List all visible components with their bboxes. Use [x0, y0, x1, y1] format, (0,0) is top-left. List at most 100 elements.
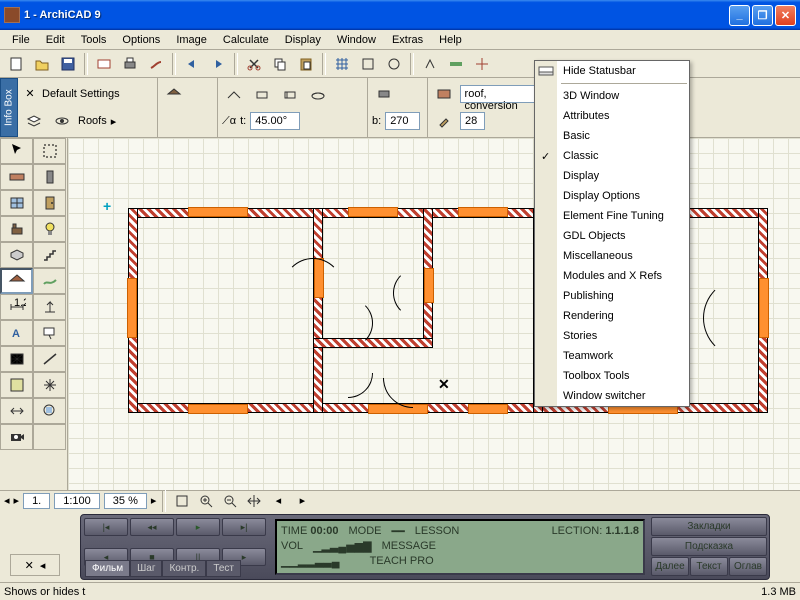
story-field[interactable]: 1. [23, 493, 50, 509]
menu-gdl-objects[interactable]: GDL Objects [535, 226, 689, 246]
nav-left-icon[interactable]: ◂ [4, 494, 10, 507]
menu-edit[interactable]: Edit [38, 32, 73, 48]
column-tool[interactable] [33, 164, 66, 190]
line-tool[interactable] [33, 346, 66, 372]
menu-tools[interactable]: Tools [73, 32, 115, 48]
next-view-icon[interactable]: ▸ [292, 492, 312, 510]
hotspot-tool[interactable] [33, 372, 66, 398]
detail-tool[interactable] [33, 398, 66, 424]
tool-e[interactable] [470, 52, 494, 76]
copy-button[interactable] [268, 52, 292, 76]
menu-element-fine-tuning[interactable]: Element Fine Tuning [535, 206, 689, 226]
door-tool[interactable] [33, 190, 66, 216]
object-tool[interactable] [0, 216, 33, 242]
open-button[interactable] [30, 52, 54, 76]
player-prev[interactable]: |◂ [84, 518, 128, 536]
menu-miscellaneous[interactable]: Miscellaneous [535, 246, 689, 266]
player-play[interactable]: ▸ [176, 518, 220, 536]
level-tool[interactable] [33, 294, 66, 320]
zoom-down-icon[interactable]: ▸ [151, 494, 157, 507]
menu-display[interactable]: Display [277, 32, 329, 48]
print-button[interactable] [118, 52, 142, 76]
mesh-tool[interactable] [33, 268, 66, 294]
scale-field[interactable]: 1:100 [54, 493, 100, 509]
menu-image[interactable]: Image [168, 32, 215, 48]
menu-window[interactable]: Window [329, 32, 384, 48]
tab-test[interactable]: Тест [206, 560, 241, 577]
section-tool[interactable] [0, 398, 33, 424]
menu-toolbox-tools[interactable]: Toolbox Tools [535, 366, 689, 386]
slab-tool[interactable] [0, 242, 33, 268]
menu-hide-statusbar[interactable]: Hide Statusbar [535, 61, 689, 81]
maximize-button[interactable]: ❐ [752, 5, 773, 26]
default-settings-label[interactable]: Default Settings [42, 88, 120, 100]
player-next[interactable]: ▸| [222, 518, 266, 536]
construction-icon[interactable] [372, 82, 396, 106]
grid-button[interactable] [330, 52, 354, 76]
geom-2[interactable] [250, 82, 274, 106]
camera-tool[interactable] [0, 424, 33, 450]
b-value[interactable]: 270 [385, 112, 420, 130]
redo-button[interactable] [206, 52, 230, 76]
dimension-tool[interactable]: 1.2 [0, 294, 33, 320]
drawing-canvas[interactable]: ✕ + [68, 138, 800, 490]
corner-widget[interactable]: ✕ ◂ [10, 554, 60, 576]
field-28[interactable]: 28 [460, 112, 485, 130]
menu-attributes[interactable]: Attributes [535, 106, 689, 126]
undo-button[interactable] [180, 52, 204, 76]
close-icon[interactable]: ✕ [22, 86, 38, 102]
tool-b[interactable] [382, 52, 406, 76]
minimize-button[interactable]: _ [729, 5, 750, 26]
new-button[interactable] [4, 52, 28, 76]
zoom-field[interactable]: 35 % [104, 493, 147, 509]
layer-icon[interactable] [22, 109, 46, 133]
chevron-right-icon[interactable]: ▸ [111, 115, 117, 128]
zoom-out-icon[interactable] [220, 492, 240, 510]
contents-button[interactable]: Оглав [729, 557, 767, 576]
menu-classic[interactable]: ✓Classic [535, 146, 689, 166]
lamp-tool[interactable] [33, 216, 66, 242]
menu-options[interactable]: Options [114, 32, 168, 48]
menu-3d-window[interactable]: 3D Window [535, 86, 689, 106]
pan-icon[interactable] [244, 492, 264, 510]
plotmaker-button[interactable] [92, 52, 116, 76]
next-button[interactable]: Далее [651, 557, 689, 576]
menu-display-item[interactable]: Display [535, 166, 689, 186]
tool-c[interactable] [418, 52, 442, 76]
window-tool[interactable] [0, 190, 33, 216]
tab-control[interactable]: Контр. [162, 560, 206, 577]
menu-display-options[interactable]: Display Options [535, 186, 689, 206]
player-rew[interactable]: ◂◂ [130, 518, 174, 536]
menu-stories[interactable]: Stories [535, 326, 689, 346]
arrow-tool[interactable] [0, 138, 33, 164]
tab-step[interactable]: Шаг [130, 560, 162, 577]
prev-view-icon[interactable]: ◂ [268, 492, 288, 510]
zoom-in-icon[interactable] [196, 492, 216, 510]
tool-a[interactable] [356, 52, 380, 76]
zone-tool[interactable] [0, 372, 33, 398]
menu-window-switcher[interactable]: Window switcher [535, 386, 689, 406]
menu-teamwork[interactable]: Teamwork [535, 346, 689, 366]
geom-4[interactable] [306, 82, 330, 106]
menu-publishing[interactable]: Publishing [535, 286, 689, 306]
menu-modules-xrefs[interactable]: Modules and X Refs [535, 266, 689, 286]
stair-tool[interactable] [33, 242, 66, 268]
geom-3[interactable] [278, 82, 302, 106]
material-field[interactable]: roof, conversion [460, 85, 543, 103]
menu-extras[interactable]: Extras [384, 32, 431, 48]
material-icon[interactable] [432, 82, 456, 106]
geom-1[interactable] [222, 82, 246, 106]
menu-help[interactable]: Help [431, 32, 470, 48]
eye-icon[interactable] [50, 109, 74, 133]
roof-tool-icon[interactable] [162, 82, 186, 106]
menu-basic[interactable]: Basic [535, 126, 689, 146]
layer-name[interactable]: Roofs [78, 115, 107, 127]
infobox-tab[interactable]: Info Box [0, 78, 18, 137]
nav-right-icon[interactable]: ▸ [14, 494, 20, 507]
roof-tool[interactable] [0, 268, 33, 294]
fill-tool[interactable] [0, 346, 33, 372]
paste-button[interactable] [294, 52, 318, 76]
plot-button[interactable] [144, 52, 168, 76]
tool-d[interactable] [444, 52, 468, 76]
wall-tool[interactable] [0, 164, 33, 190]
